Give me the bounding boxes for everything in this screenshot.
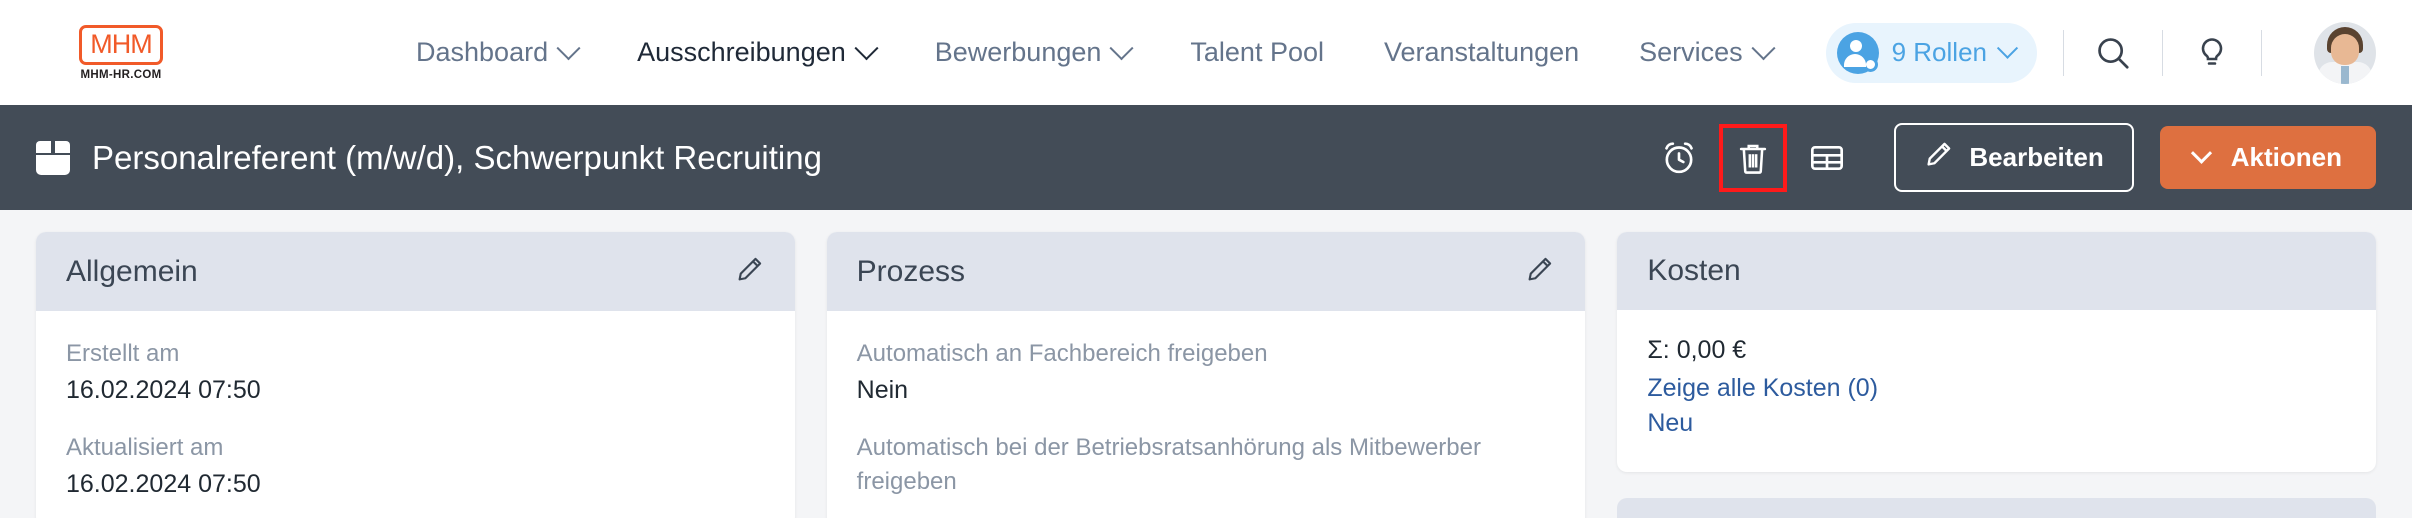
card-title: Allgemein (66, 254, 198, 288)
search-icon[interactable] (2090, 30, 2136, 76)
nav-item-talent-pool[interactable]: Talent Pool (1160, 37, 1354, 68)
actions-button-label: Aktionen (2230, 142, 2342, 172)
field-value-aktualisiert-am: 16.02.2024 07:50 (66, 470, 261, 499)
card-header: Allgemein (36, 232, 795, 311)
avatar-tie (2341, 65, 2349, 84)
top-navigation-bar: MHM MHM-HR.COM Dashboard Ausschreibungen… (0, 0, 2412, 105)
card-next-partial (1617, 498, 2377, 518)
nav-item-bewerbungen[interactable]: Bewerbungen (905, 36, 1161, 68)
nav-label: Ausschreibungen (637, 37, 846, 67)
pencil-icon[interactable] (1525, 254, 1555, 289)
card-kosten: Kosten Σ: 0,00 € Zeige alle Kosten (0) N… (1617, 232, 2377, 472)
title-group: Personalreferent (m/w/d), Schwerpunkt Re… (36, 139, 822, 177)
logo-caption: MHM-HR.COM (80, 68, 162, 81)
column-prozess: Prozess Automatisch an Fachbereich freig… (826, 232, 1586, 518)
divider (2261, 29, 2262, 76)
nav-label: Veranstaltungen (1383, 37, 1580, 67)
edit-button[interactable]: Bearbeiten (1894, 123, 2134, 192)
chevron-down-icon (854, 36, 879, 61)
field-label-auto-fachbereich: Automatisch an Fachbereich freigeben (856, 340, 1268, 367)
card-header: Kosten (1617, 232, 2377, 310)
card-body: Σ: 0,00 € Zeige alle Kosten (0) Neu (1617, 310, 2376, 472)
nav-label: Services (1639, 37, 1743, 67)
divider (2162, 29, 2163, 76)
card-title: Kosten (1647, 254, 1741, 287)
chevron-down-icon (1751, 36, 1776, 61)
briefcase-lid-right (55, 140, 70, 153)
field-value-erstellt-am: 16.02.2024 07:50 (66, 376, 261, 405)
avatar-face (2331, 33, 2359, 65)
logo-box: MHM (79, 24, 163, 65)
link-zeige-alle-kosten[interactable]: Zeige alle Kosten (0) (1647, 374, 2346, 403)
nav-item-services[interactable]: Services (1609, 36, 1802, 68)
field-label-aktualisiert-am: Aktualisiert am (66, 434, 224, 462)
edit-button-label: Bearbeiten (1969, 142, 2104, 172)
nav-label: Dashboard (416, 37, 549, 67)
nav-right-cluster: 9 Rollen (1825, 21, 2376, 84)
nav-label: Bewerbungen (934, 37, 1102, 67)
page-title: Personalreferent (m/w/d), Schwerpunkt Re… (92, 138, 822, 176)
card-title: Prozess (856, 254, 966, 288)
field-label-auto-betriebsrat: Automatisch bei der Betriebsratsanhörung… (856, 434, 1481, 496)
trash-icon[interactable] (1719, 123, 1788, 192)
primary-nav: Dashboard Ausschreibungen Bewerbungen Ta… (386, 36, 1802, 68)
nav-item-ausschreibungen[interactable]: Ausschreibungen (607, 36, 905, 68)
logo-text: MHM (90, 28, 152, 59)
card-body: Automatisch an Fachbereich freigeben Nei… (827, 311, 1586, 518)
card-allgemein: Allgemein Erstellt am 16.02.2024 07:50 A… (36, 232, 795, 518)
card-header: Prozess (826, 232, 1586, 311)
nav-item-dashboard[interactable]: Dashboard (386, 36, 607, 68)
pencil-icon[interactable] (735, 254, 765, 289)
user-gear-icon (1836, 31, 1879, 74)
content-area: Allgemein Erstellt am 16.02.2024 07:50 A… (0, 210, 2412, 518)
page-title-bar: Personalreferent (m/w/d), Schwerpunkt Re… (0, 105, 2412, 210)
link-neu[interactable]: Neu (1647, 409, 2346, 438)
briefcase-icon (36, 140, 70, 175)
column-allgemein: Allgemein Erstellt am 16.02.2024 07:50 A… (36, 232, 795, 518)
actions-button[interactable]: Aktionen (2159, 126, 2376, 189)
chevron-down-icon (2190, 142, 2212, 164)
divider (2063, 29, 2064, 76)
field-label-erstellt-am: Erstellt am (66, 340, 180, 367)
chevron-down-icon (1996, 37, 2019, 59)
roles-selector[interactable]: 9 Rollen (1825, 22, 2037, 83)
app-logo[interactable]: MHM MHM-HR.COM (56, 24, 186, 81)
gear-icon (1862, 56, 1878, 72)
alarm-clock-icon[interactable] (1653, 132, 1705, 184)
briefcase-lid-left (36, 140, 51, 153)
lightbulb-icon[interactable] (2189, 30, 2235, 76)
chevron-down-icon (1109, 36, 1134, 61)
column-kosten: Kosten Σ: 0,00 € Zeige alle Kosten (0) N… (1617, 232, 2377, 518)
chevron-down-icon (556, 36, 581, 61)
field-value-auto-fachbereich: Nein (856, 376, 909, 405)
kosten-sum: Σ: 0,00 € (1647, 336, 1747, 364)
avatar[interactable] (2314, 21, 2376, 84)
table-icon[interactable] (1801, 132, 1853, 184)
nav-label: Talent Pool (1190, 37, 1324, 67)
card-body: Erstellt am 16.02.2024 07:50 Aktualisier… (36, 311, 795, 518)
roles-label: 9 Rollen (1891, 37, 1987, 67)
nav-item-veranstaltungen[interactable]: Veranstaltungen (1354, 37, 1609, 68)
card-prozess: Prozess Automatisch an Fachbereich freig… (826, 232, 1586, 518)
briefcase-body (36, 154, 70, 175)
title-bar-actions: Bearbeiten Aktionen (1642, 123, 2376, 192)
pencil-icon (1924, 139, 1954, 176)
